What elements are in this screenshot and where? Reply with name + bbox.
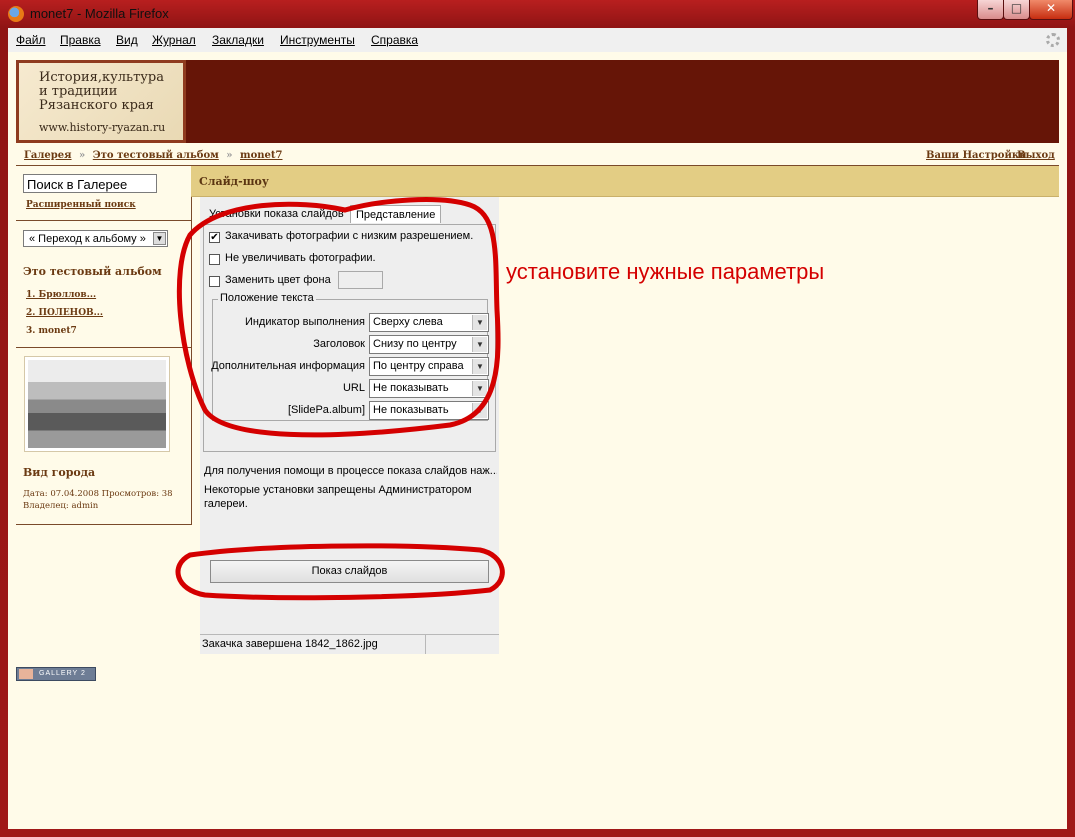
annotation-loop-settings [176, 197, 501, 438]
annotation-text: установите нужные параметры [506, 259, 825, 284]
annotation-overlay [175, 197, 505, 601]
annotation-loop-button [175, 543, 505, 601]
